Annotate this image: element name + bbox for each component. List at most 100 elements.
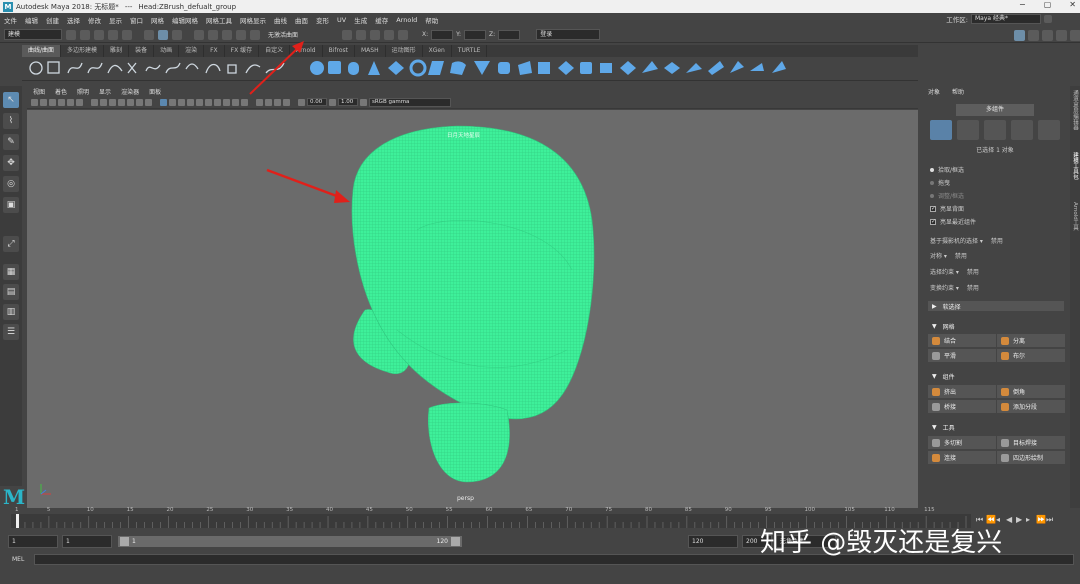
depth-of-field-icon[interactable] xyxy=(241,98,248,106)
textured-icon[interactable] xyxy=(187,98,194,106)
paint-select-tool-icon[interactable]: ✎ xyxy=(3,134,19,150)
panel-menu-help[interactable]: 帮助 xyxy=(952,87,964,96)
maximize-button[interactable]: ▢ xyxy=(1044,0,1052,9)
channel-box-toggle-icon[interactable] xyxy=(1056,30,1067,41)
menu-item[interactable]: 缓存 xyxy=(375,15,388,25)
boolean-button[interactable]: 布尔 xyxy=(997,349,1065,362)
camera-based-selection-row[interactable]: 基于摄影机的选择 ▾ 禁用 xyxy=(930,236,1003,245)
untrim-icon[interactable] xyxy=(620,61,636,75)
shelf-tab[interactable]: 运动图形 xyxy=(386,45,423,57)
face-mode-icon[interactable] xyxy=(1011,120,1033,140)
menu-item[interactable]: 编辑网格 xyxy=(172,15,198,25)
menu-item[interactable]: 编辑 xyxy=(25,15,38,25)
bezier-curve-icon[interactable] xyxy=(107,64,123,74)
step-forward-frame-icon[interactable]: ▸ xyxy=(1026,515,1034,525)
menu-item[interactable]: 曲线 xyxy=(274,15,287,25)
attribute-editor-toggle-icon[interactable] xyxy=(1028,30,1039,41)
shelf-tab[interactable]: XGen xyxy=(423,45,452,57)
selection-constraint-row[interactable]: 选择约束 ▾ 禁用 xyxy=(930,267,979,276)
menu-item[interactable]: Arnold xyxy=(396,16,417,24)
scale-tool-icon[interactable]: ▣ xyxy=(3,197,19,213)
shadows-icon[interactable] xyxy=(205,98,212,106)
snap-grid-icon[interactable] xyxy=(194,29,204,40)
nurbs-square-icon[interactable] xyxy=(47,61,60,74)
multi-cut-button[interactable]: 多切割 xyxy=(928,436,996,449)
grid-icon[interactable] xyxy=(91,98,98,106)
viewport-menu-item[interactable]: 面板 xyxy=(149,87,161,96)
step-forward-key-icon[interactable]: ⏩ xyxy=(1036,515,1046,525)
connect-button[interactable]: 连接 xyxy=(928,451,996,464)
viewport-menu-item[interactable]: 照明 xyxy=(77,87,89,96)
z-field[interactable] xyxy=(498,29,521,40)
perspective-viewport[interactable]: 日月天地星辰 persp xyxy=(27,110,918,508)
insert-isoparm-icon[interactable] xyxy=(708,61,724,75)
last-tool-icon[interactable]: ⤢ xyxy=(3,236,19,252)
anti-aliasing-icon[interactable] xyxy=(232,98,239,106)
menu-item[interactable]: UV xyxy=(337,16,346,24)
redo-icon[interactable] xyxy=(122,29,132,40)
shelf-tab[interactable]: 多边形建模 xyxy=(61,45,105,57)
image-plane-icon[interactable] xyxy=(58,98,65,106)
section-components-header[interactable]: ▼ 组件 xyxy=(928,371,1064,381)
move-tool-icon[interactable]: ✥ xyxy=(3,155,19,171)
save-scene-icon[interactable] xyxy=(94,29,104,40)
mel-label[interactable]: MEL xyxy=(12,556,24,563)
wireframe-icon[interactable] xyxy=(160,98,167,106)
menu-item[interactable]: 网格工具 xyxy=(206,15,232,25)
select-hierarchy-icon[interactable] xyxy=(144,29,154,40)
sign-in-dropdown[interactable]: 登录 xyxy=(536,29,601,40)
minimize-button[interactable]: − xyxy=(1019,0,1026,9)
nurbs-circle-icon[interactable] xyxy=(29,61,43,75)
arnold-render-icon[interactable] xyxy=(398,29,409,40)
uv-mode-icon[interactable] xyxy=(1038,120,1060,140)
menu-item[interactable]: 文件 xyxy=(4,15,17,25)
snap-point-icon[interactable] xyxy=(222,29,232,40)
persp-outliner-layout-icon[interactable]: ▥ xyxy=(3,304,19,320)
side-tab-channel-box[interactable]: 通道盒/层编辑器 xyxy=(1071,90,1079,130)
select-camera-icon[interactable] xyxy=(31,98,38,106)
pencil-curve-icon[interactable] xyxy=(127,62,137,74)
rebuild-surface-icon[interactable] xyxy=(750,63,764,71)
color-management-icon[interactable] xyxy=(360,98,367,106)
screen-space-ao-icon[interactable] xyxy=(214,98,221,106)
tool-settings-toggle-icon[interactable] xyxy=(1042,30,1053,41)
radio-drag[interactable]: 拖曳 xyxy=(930,178,950,187)
motion-blur-icon[interactable] xyxy=(223,98,230,106)
bookmark-icon[interactable] xyxy=(49,98,56,106)
nurbs-plane-icon[interactable] xyxy=(388,61,404,75)
loft-icon[interactable] xyxy=(428,61,444,75)
snap-curve-icon[interactable] xyxy=(208,29,218,40)
vertex-mode-icon[interactable] xyxy=(957,120,979,140)
range-start-handle[interactable] xyxy=(120,537,129,546)
bridge-button[interactable]: 桥接 xyxy=(928,400,996,413)
play-backward-icon[interactable]: ◀ xyxy=(1006,515,1014,525)
viewport-canvas[interactable] xyxy=(27,110,918,508)
sculpt-geometry-icon[interactable] xyxy=(772,61,786,73)
isolate-select-icon[interactable] xyxy=(256,98,263,106)
birail-icon[interactable] xyxy=(498,62,510,74)
current-time-marker[interactable] xyxy=(16,514,19,528)
lock-icon[interactable] xyxy=(1044,15,1052,23)
gate-mask-icon[interactable] xyxy=(118,98,125,106)
xray-active-icon[interactable] xyxy=(274,98,281,106)
attach-curves-icon[interactable] xyxy=(165,62,181,74)
combine-button[interactable]: 结合 xyxy=(928,334,996,347)
separate-button[interactable]: 分离 xyxy=(997,334,1065,347)
arc-icon[interactable] xyxy=(145,64,161,72)
extend-surface-icon[interactable] xyxy=(730,61,744,73)
select-component-icon[interactable] xyxy=(172,29,182,40)
cv-curve-icon[interactable] xyxy=(67,62,83,74)
quad-draw-button[interactable]: 四边形绘制 xyxy=(997,451,1065,464)
edge-mode-icon[interactable] xyxy=(984,120,1006,140)
open-scene-icon[interactable] xyxy=(80,29,90,40)
camera-attributes-icon[interactable] xyxy=(40,98,47,106)
grease-pencil-icon[interactable] xyxy=(76,98,83,106)
workspace-dropdown[interactable]: Maya 经典* xyxy=(971,14,1041,24)
menu-item[interactable]: 选择 xyxy=(67,15,80,25)
checkbox-nearest[interactable]: ✓ 亮显最近组件 xyxy=(930,217,976,226)
range-slider[interactable]: 1 120 xyxy=(118,536,462,547)
add-divisions-button[interactable]: 添加分段 xyxy=(997,400,1065,413)
shelf-tab[interactable]: 装备 xyxy=(129,45,155,57)
select-tool-icon[interactable]: ↖ xyxy=(3,92,19,108)
wireframe-on-shaded-icon[interactable] xyxy=(178,98,185,106)
